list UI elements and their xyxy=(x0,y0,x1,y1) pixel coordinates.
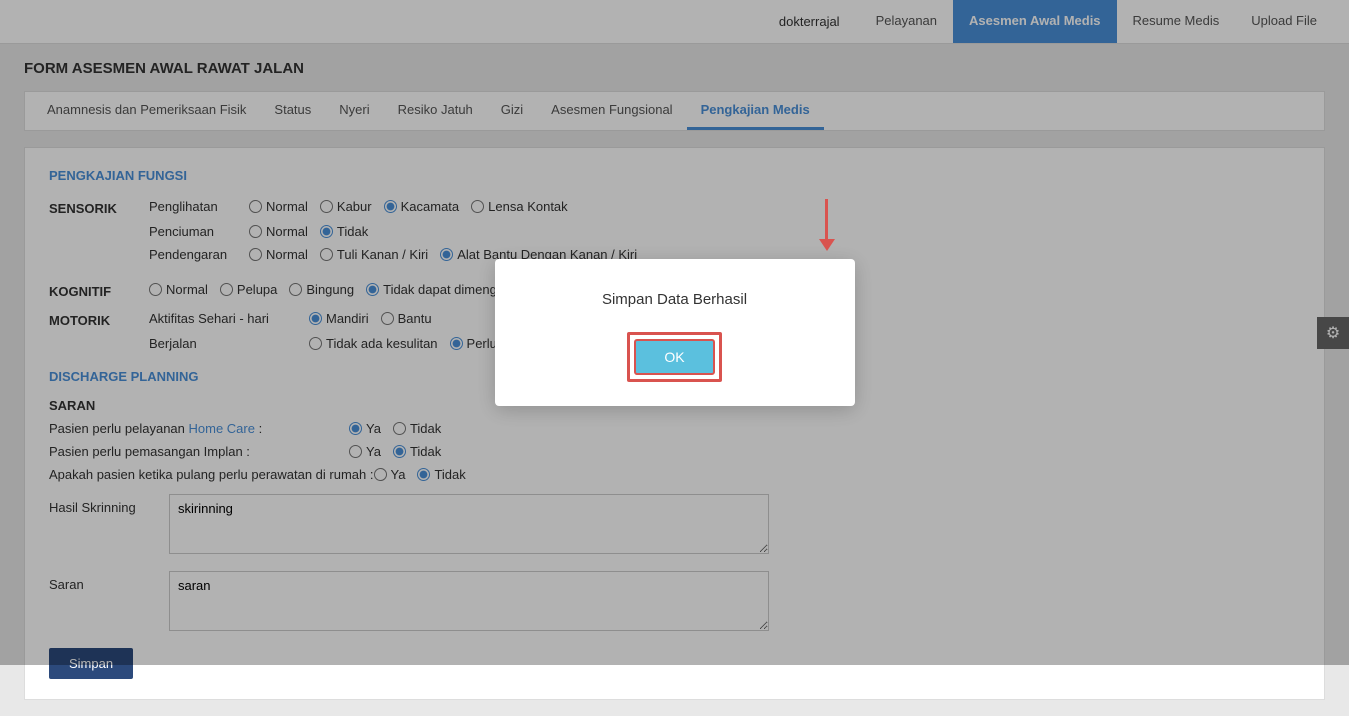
modal-message: Simpan Data Berhasil xyxy=(519,291,831,308)
arrow-line xyxy=(825,199,828,239)
modal-box: Simpan Data Berhasil OK xyxy=(495,259,855,406)
ok-highlight-box: OK xyxy=(627,332,721,382)
arrow-head xyxy=(819,239,835,251)
modal-overlay: Simpan Data Berhasil OK xyxy=(0,0,1349,665)
modal-ok-button[interactable]: OK xyxy=(634,339,714,375)
arrow-annotation xyxy=(819,199,835,251)
